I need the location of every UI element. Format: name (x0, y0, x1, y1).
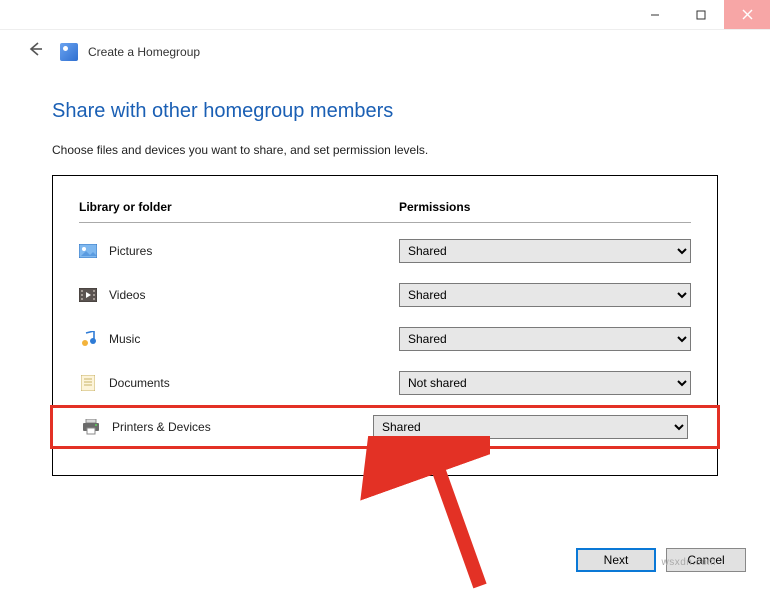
row-documents: Documents SharedNot shared (79, 361, 691, 405)
permissions-select-documents[interactable]: SharedNot shared (399, 371, 691, 395)
permissions-select-videos[interactable]: SharedNot shared (399, 283, 691, 307)
watermark-text: wsxdn.com (661, 557, 716, 568)
row-pictures: Pictures SharedNot shared (79, 229, 691, 273)
row-label: Printers & Devices (112, 420, 211, 434)
window-title: Create a Homegroup (88, 45, 200, 59)
homegroup-icon (60, 43, 78, 61)
column-header-library: Library or folder (79, 200, 172, 214)
row-label: Pictures (109, 244, 152, 258)
permissions-select-pictures[interactable]: SharedNot shared (399, 239, 691, 263)
row-label: Music (109, 332, 140, 346)
row-music: Music SharedNot shared (79, 317, 691, 361)
maximize-button[interactable] (678, 0, 724, 29)
window-titlebar (0, 0, 770, 30)
videos-icon (79, 287, 97, 303)
next-button[interactable]: Next (576, 548, 656, 572)
permissions-select-music[interactable]: SharedNot shared (399, 327, 691, 351)
minimize-button[interactable] (632, 0, 678, 29)
row-videos: Videos SharedNot shared (79, 273, 691, 317)
documents-icon (79, 375, 97, 391)
row-printers-highlighted: Printers & Devices SharedNot shared (50, 405, 720, 449)
wizard-header: Create a Homegroup (0, 30, 770, 76)
row-label: Documents (109, 376, 170, 390)
instruction-text: Choose files and devices you want to sha… (52, 143, 718, 157)
pictures-icon (79, 243, 97, 259)
share-panel: Library or folder Permissions Pictures S… (52, 175, 718, 476)
music-icon (79, 331, 97, 347)
column-header-permissions: Permissions (399, 200, 470, 214)
close-button[interactable] (724, 0, 770, 29)
page-heading: Share with other homegroup members (52, 100, 718, 123)
row-label: Videos (109, 288, 145, 302)
back-arrow-icon[interactable] (20, 36, 50, 68)
permissions-select-printers[interactable]: SharedNot shared (373, 415, 688, 439)
printers-icon (82, 419, 100, 435)
